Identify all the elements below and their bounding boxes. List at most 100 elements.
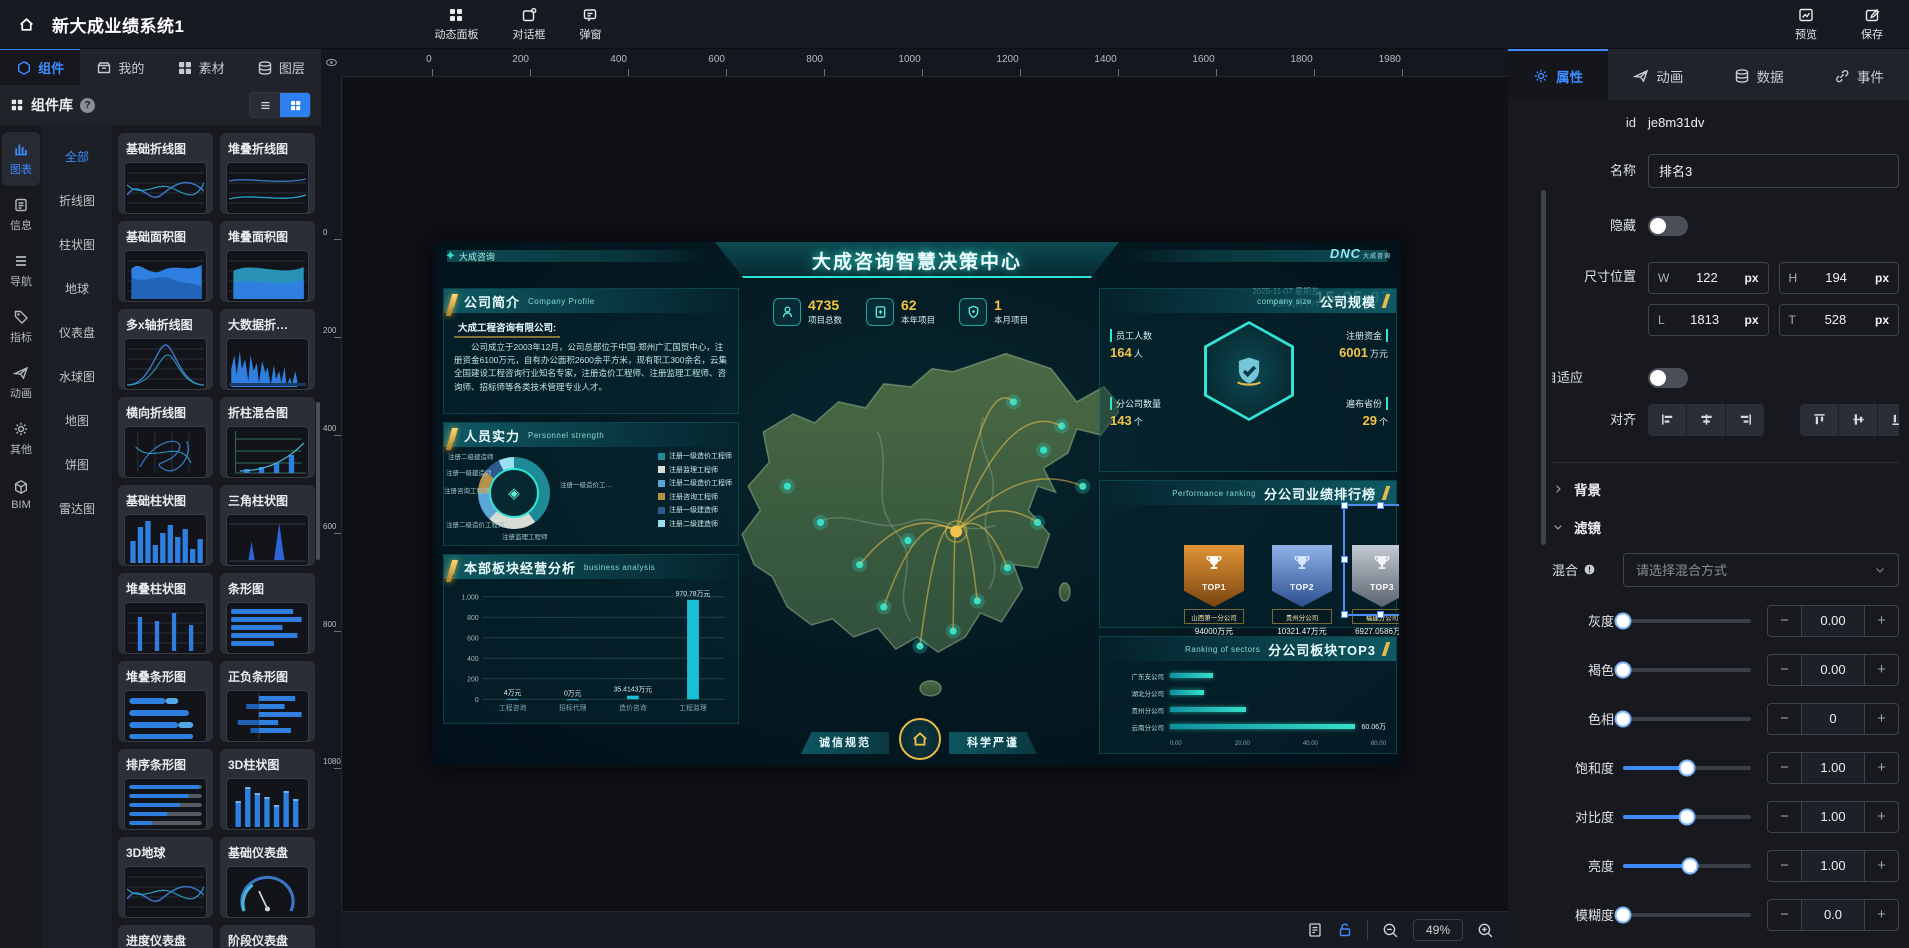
component-card-条形图[interactable]: 条形图 (220, 573, 315, 654)
饱和度-slider[interactable] (1623, 766, 1751, 770)
对比度-value[interactable]: 1.00 (1801, 802, 1865, 832)
subcategory-水球图[interactable]: 水球图 (42, 355, 112, 399)
background-section[interactable]: 背景 (1552, 479, 1899, 499)
align-left-button[interactable] (1648, 404, 1687, 436)
rank-card-TOP1[interactable]: TOP1 山西第一分公司94000万元 (1184, 545, 1244, 637)
subcategory-地图[interactable]: 地图 (42, 399, 112, 443)
component-card-横向折线图[interactable]: 横向折线图 (118, 397, 213, 478)
subcategory-仪表盘[interactable]: 仪表盘 (42, 311, 112, 355)
minus-button[interactable]: − (1768, 753, 1801, 783)
width-field[interactable]: W122px (1648, 262, 1769, 294)
selection-handle[interactable] (1341, 502, 1348, 509)
filter-section[interactable]: 滤镜 (1552, 517, 1899, 537)
component-card-堆叠条形图[interactable]: 堆叠条形图 (118, 661, 213, 742)
component-card-堆叠折线图[interactable]: 堆叠折线图 (220, 133, 315, 214)
褐色-value[interactable]: 0.00 (1801, 655, 1865, 685)
align-top-button[interactable] (1800, 404, 1839, 436)
rank-card-TOP2[interactable]: TOP2 贵州分公司10321.47万元 (1272, 545, 1332, 637)
plus-button[interactable]: + (1865, 900, 1898, 930)
subcategory-全部[interactable]: 全部 (42, 135, 112, 179)
selection-box[interactable] (1343, 504, 1402, 616)
align-bottom-button[interactable] (1878, 404, 1899, 436)
minus-button[interactable]: − (1768, 900, 1801, 930)
minus-button[interactable]: − (1768, 802, 1801, 832)
component-card-基础仪表盘[interactable]: 基础仪表盘 (220, 837, 315, 918)
category-其他[interactable]: 其他 (2, 412, 40, 466)
autoheight-toggle[interactable] (1648, 368, 1688, 388)
zoom-level[interactable]: 49% (1413, 919, 1463, 941)
selection-handle[interactable] (1377, 502, 1384, 509)
minus-button[interactable]: − (1768, 704, 1801, 734)
right-tab-事件[interactable]: 事件 (1809, 48, 1909, 100)
灰度-slider[interactable] (1623, 619, 1751, 623)
minus-button[interactable]: − (1768, 851, 1801, 881)
褐色-slider[interactable] (1623, 668, 1751, 672)
toolbar-dialog[interactable]: 对话框 (512, 7, 545, 42)
list-view-button[interactable] (250, 93, 280, 117)
grid-view-button[interactable] (280, 93, 310, 117)
right-tab-动画[interactable]: 动画 (1608, 48, 1708, 100)
plus-button[interactable]: + (1865, 704, 1898, 734)
亮度-value[interactable]: 1.00 (1801, 851, 1865, 881)
plus-button[interactable]: + (1865, 606, 1898, 636)
action-preview[interactable]: 预览 (1795, 7, 1817, 42)
selection-handle[interactable] (1377, 611, 1384, 618)
色相-slider[interactable] (1623, 717, 1751, 721)
subcategory-饼图[interactable]: 饼图 (42, 443, 112, 487)
component-card-进度仪表盘[interactable]: 进度仪表盘 (118, 925, 213, 948)
left-panel-scrollbar[interactable] (316, 402, 320, 560)
align-middle-v-button[interactable] (1839, 404, 1878, 436)
模糊度-slider[interactable] (1623, 913, 1751, 917)
component-card-折柱混合图[interactable]: 折柱混合图 (220, 397, 315, 478)
component-card-正负条形图[interactable]: 正负条形图 (220, 661, 315, 742)
subcategory-雷达图[interactable]: 雷达图 (42, 487, 112, 531)
blend-select[interactable]: 请选择混合方式 (1623, 553, 1899, 587)
category-导航[interactable]: 导航 (2, 244, 40, 298)
subcategory-地球[interactable]: 地球 (42, 267, 112, 311)
minus-button[interactable]: − (1768, 606, 1801, 636)
top-field[interactable]: T528px (1779, 304, 1900, 336)
component-card-3D地球[interactable]: 3D地球 (118, 837, 213, 918)
align-center-h-button[interactable] (1687, 404, 1726, 436)
category-指标[interactable]: 指标 (2, 300, 40, 354)
component-card-3D柱状图[interactable]: 3D柱状图 (220, 749, 315, 830)
zoom-in-icon[interactable] (1477, 922, 1494, 939)
subcategory-柱状图[interactable]: 柱状图 (42, 223, 112, 267)
right-panel-scrollbar[interactable] (1541, 190, 1546, 545)
left-tab-素材[interactable]: 素材 (161, 48, 241, 85)
plus-button[interactable]: + (1865, 851, 1898, 881)
height-field[interactable]: H194px (1779, 262, 1900, 294)
subcategory-折线图[interactable]: 折线图 (42, 179, 112, 223)
component-card-阶段仪表盘[interactable]: 阶段仪表盘 (220, 925, 315, 948)
left-field[interactable]: L1813px (1648, 304, 1769, 336)
component-card-堆叠柱状图[interactable]: 堆叠柱状图 (118, 573, 213, 654)
component-card-基础面积图[interactable]: 基础面积图 (118, 221, 213, 302)
component-card-三角柱状图[interactable]: 三角柱状图 (220, 485, 315, 566)
plus-button[interactable]: + (1865, 753, 1898, 783)
selection-handle[interactable] (1341, 611, 1348, 618)
饱和度-value[interactable]: 1.00 (1801, 753, 1865, 783)
component-card-排序条形图[interactable]: 排序条形图 (118, 749, 213, 830)
plus-button[interactable]: + (1865, 655, 1898, 685)
对比度-slider[interactable] (1623, 815, 1751, 819)
page-outline-icon[interactable] (1307, 922, 1323, 938)
toolbar-popup[interactable]: 弹窗 (579, 7, 601, 42)
dashboard-artboard[interactable]: 大成咨询智慧决策中心 ✦大成咨询 DNC大成咨询 2025-11-07 星期五农… (432, 239, 1402, 768)
模糊度-value[interactable]: 0.0 (1801, 900, 1865, 930)
zoom-out-icon[interactable] (1382, 922, 1399, 939)
selection-handle[interactable] (1341, 556, 1348, 563)
right-tab-数据[interactable]: 数据 (1709, 48, 1809, 100)
left-tab-我的[interactable]: 我的 (80, 48, 160, 85)
toolbar-grid4[interactable]: 动态面板 (434, 7, 478, 42)
left-tab-图层[interactable]: 图层 (241, 48, 321, 85)
home-button[interactable] (0, 0, 52, 48)
left-tab-组件[interactable]: 组件 (0, 48, 80, 85)
category-动画[interactable]: 动画 (2, 356, 40, 410)
right-tab-属性[interactable]: 属性 (1508, 48, 1608, 100)
category-信息[interactable]: 信息 (2, 188, 40, 242)
亮度-slider[interactable] (1623, 864, 1751, 868)
plus-button[interactable]: + (1865, 802, 1898, 832)
help-icon[interactable] (80, 98, 95, 113)
component-card-大数据折…[interactable]: 大数据折… (220, 309, 315, 390)
canvas-area[interactable]: 0200400600800100012001400160018001980 02… (321, 48, 1508, 948)
